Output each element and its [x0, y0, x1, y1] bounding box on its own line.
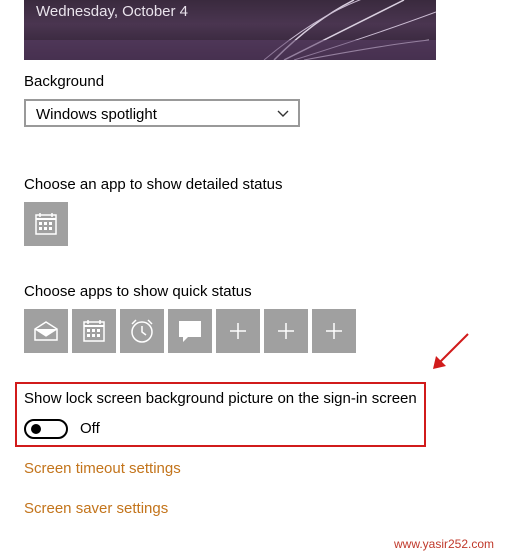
calendar-icon — [83, 320, 105, 342]
detailed-status-app-calendar[interactable] — [24, 202, 68, 246]
detailed-status-label: Choose an app to show detailed status — [24, 176, 283, 193]
signin-background-label: Show lock screen background picture on t… — [24, 390, 417, 407]
mail-icon — [34, 321, 58, 341]
preview-date: Wednesday, October 4 — [36, 3, 189, 20]
quick-status-add-slot-2[interactable] — [264, 309, 308, 353]
screen-timeout-settings-link[interactable]: Screen timeout settings — [24, 460, 181, 477]
quick-status-add-slot-1[interactable] — [216, 309, 260, 353]
screen-saver-settings-link[interactable]: Screen saver settings — [24, 500, 168, 517]
quick-status-app-calendar[interactable] — [72, 309, 116, 353]
chevron-down-icon — [277, 110, 289, 117]
background-label: Background — [24, 73, 105, 90]
alarm-clock-icon — [131, 319, 153, 343]
message-icon — [179, 321, 201, 342]
plus-icon — [326, 323, 342, 339]
red-arrow-icon — [433, 333, 469, 369]
quick-status-app-alarms[interactable] — [120, 309, 164, 353]
background-dropdown-value: Windows spotlight — [36, 106, 157, 123]
quick-status-add-slot-3[interactable] — [312, 309, 356, 353]
lock-screen-preview: Wednesday, October 4 — [24, 0, 436, 60]
plus-icon — [230, 323, 246, 339]
calendar-icon — [35, 213, 57, 235]
toggle-state-label: Off — [80, 420, 100, 437]
quick-status-label: Choose apps to show quick status — [24, 283, 252, 300]
quick-status-app-mail[interactable] — [24, 309, 68, 353]
plus-icon — [278, 323, 294, 339]
background-dropdown[interactable]: Windows spotlight — [24, 99, 300, 127]
signin-background-toggle[interactable] — [24, 419, 68, 439]
quick-status-app-messaging[interactable] — [168, 309, 212, 353]
toggle-knob — [31, 424, 41, 434]
watermark: www.yasir252.com — [394, 537, 495, 551]
